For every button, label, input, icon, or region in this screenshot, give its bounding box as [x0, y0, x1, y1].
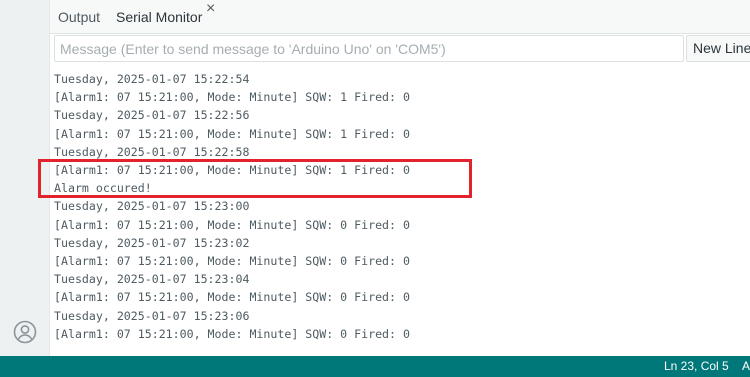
serial-line: Tuesday, 2025-01-07 15:23:02	[54, 235, 250, 250]
serial-line: [Alarm1: 07 15:21:00, Mode: Minute] SQW:…	[54, 254, 410, 268]
serial-line: [Alarm1: 07 15:21:00, Mode: Minute] SQW:…	[54, 290, 410, 305]
account-icon[interactable]	[13, 320, 37, 344]
serial-line: [Alarm1: 07 15:21:00, Mode: Minute] SQW:…	[54, 90, 410, 105]
board-indicator[interactable]: A	[742, 356, 750, 377]
panel-tabs: Output Serial Monitor ×	[50, 0, 750, 34]
serial-line: Tuesday, 2025-01-07 15:23:04	[54, 272, 250, 287]
serial-output[interactable]: Tuesday, 2025-01-07 15:22:54 [Alarm1: 07 …	[50, 68, 750, 356]
serial-line: Tuesday, 2025-01-07 15:23:00	[54, 199, 250, 214]
message-bar: New Line	[50, 34, 750, 64]
tab-serial-monitor[interactable]: Serial Monitor	[116, 0, 202, 34]
message-input[interactable]	[54, 35, 684, 62]
status-bar: Ln 23, Col 5 A	[0, 356, 750, 377]
serial-line: Tuesday, 2025-01-07 15:23:06	[54, 308, 250, 323]
line-ending-select[interactable]: New Line	[686, 35, 750, 62]
close-icon[interactable]: ×	[206, 0, 215, 18]
serial-line: Tuesday, 2025-01-07 15:22:58	[54, 144, 250, 159]
serial-line: [Alarm1: 07 15:21:00, Mode: Minute] SQW:…	[54, 126, 410, 141]
serial-line: [Alarm1: 07 15:21:00, Mode: Minute] SQW:…	[54, 163, 410, 177]
serial-line: Tuesday, 2025-01-07 15:22:54	[54, 72, 250, 86]
serial-line: Alarm occured!	[54, 181, 152, 196]
serial-line: Tuesday, 2025-01-07 15:22:56	[54, 108, 250, 123]
serial-line: [Alarm1: 07 15:21:00, Mode: Minute] SQW:…	[54, 217, 410, 232]
activity-bar	[0, 0, 50, 356]
tab-output[interactable]: Output	[58, 0, 100, 34]
serial-line: [Alarm1: 07 15:21:00, Mode: Minute] SQW:…	[54, 326, 410, 341]
cursor-position[interactable]: Ln 23, Col 5	[664, 356, 729, 377]
